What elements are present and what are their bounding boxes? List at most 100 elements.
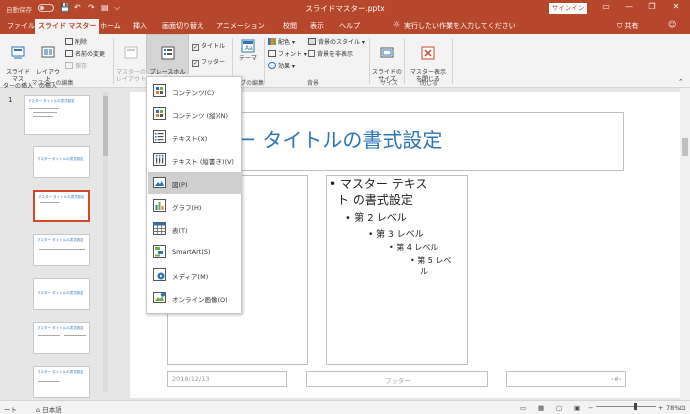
title-checkbox[interactable]: ✓ タイトル: [192, 42, 225, 51]
zoom-in-button[interactable]: +: [658, 404, 663, 412]
layout-thumbnail[interactable]: マスター タイトルの書式設定: [33, 146, 90, 178]
slide-title-text: ー タイトルの書式設定: [236, 128, 443, 152]
footer-center-text: フッター: [385, 377, 411, 385]
zoom-level[interactable]: 78%: [666, 404, 680, 412]
rename-icon: [65, 50, 73, 57]
signin-button[interactable]: サインイン: [549, 3, 587, 14]
comment-icon[interactable]: ☺: [668, 20, 676, 29]
slide-scrollbar-thumb[interactable]: [682, 138, 688, 156]
bg-styles-button[interactable]: 背景のスタイル ▾: [308, 38, 365, 47]
theme-label: テーマ: [238, 55, 257, 62]
zoom-slider-handle[interactable]: [634, 403, 637, 410]
tab-home[interactable]: ホーム: [97, 19, 124, 34]
body-level3: • 第 3 レベル: [368, 230, 424, 240]
master-thumbnail[interactable]: マスター タイトルの書式設定: [24, 95, 90, 135]
thumb-line: [40, 202, 60, 203]
reading-view-icon[interactable]: ▢: [556, 404, 562, 412]
tab-view[interactable]: 表示: [307, 19, 327, 34]
group-separator: [404, 38, 405, 84]
insert-placeholder-button[interactable]: プレースホルダー の挿入: [146, 34, 189, 90]
tab-transitions[interactable]: 画面切り替え: [159, 19, 207, 34]
thumb-title: マスター タイトルの書式設定: [37, 238, 84, 242]
menu-item-chart[interactable]: グラフ(H): [148, 195, 242, 217]
tab-insert[interactable]: 挿入: [130, 19, 150, 34]
colors-button[interactable]: 配色 ▾: [268, 38, 295, 47]
picture-icon: [153, 177, 166, 188]
slideshow-icon[interactable]: ▣: [574, 404, 580, 412]
menu-item-label: テキスト (縦書き)(V): [172, 158, 234, 166]
effects-button[interactable]: 効果 ▾: [268, 62, 295, 71]
normal-view-icon[interactable]: ▭: [520, 404, 526, 412]
rename-button[interactable]: 名前の変更: [65, 50, 105, 59]
thumb-line: [33, 116, 53, 117]
footer-placeholder[interactable]: フッター: [306, 371, 488, 387]
tab-slide-master[interactable]: スライド マスター: [35, 19, 100, 34]
close-master-view-button[interactable]: マスター表示 を閉じる: [407, 39, 449, 83]
thumb-title: マスター タイトルの書式設定: [37, 326, 84, 330]
ribbon-display-icon[interactable]: ▭: [598, 2, 614, 11]
zoom-out-button[interactable]: −: [588, 404, 593, 412]
title-check-label: タイトル: [201, 43, 226, 50]
view-mode-label: ート: [4, 406, 17, 414]
thumbnail-scrollbar[interactable]: [103, 92, 108, 392]
sorter-view-icon[interactable]: ▦: [538, 404, 544, 412]
rename-label: 名前の変更: [75, 51, 106, 58]
master-layout-label: マスターの レイアウト: [116, 69, 147, 83]
menu-item-online-picture[interactable]: オンライン画像(O): [148, 287, 242, 309]
layout-thumbnail-selected[interactable]: マスター タイトルの書式設定: [33, 190, 90, 222]
media-icon: [153, 268, 166, 281]
menu-item-content-vertical[interactable]: コンテンツ (縦)(N): [148, 103, 242, 125]
tell-me-input[interactable]: 実行したい作業を入力してください: [404, 21, 516, 31]
footer-check-icon: ✓: [192, 60, 199, 67]
thumb-title: マスター タイトルの書式設定: [37, 370, 84, 374]
master-layout-button[interactable]: マスターの レイアウト: [116, 39, 146, 83]
group-separator: [452, 38, 453, 84]
preserve-button[interactable]: 保存: [65, 62, 87, 71]
menu-item-content[interactable]: コンテンツ(C): [148, 80, 242, 102]
delete-label: 削除: [75, 39, 88, 46]
close-icon[interactable]: ✕: [668, 2, 684, 11]
menu-item-text[interactable]: テキスト(X): [148, 126, 242, 148]
tab-animations[interactable]: アニメーション: [213, 19, 268, 34]
slide-scrollbar[interactable]: [680, 88, 690, 400]
menu-item-media[interactable]: メディア(M): [148, 264, 242, 286]
menu-item-smartart[interactable]: SmartArt(S): [148, 241, 242, 263]
maximize-icon[interactable]: ❐: [644, 2, 660, 11]
insert-layout-icon: [41, 46, 55, 58]
theme-button[interactable]: Aa テーマ: [236, 39, 260, 62]
share-button[interactable]: ⛉ 共有: [617, 21, 638, 31]
effects-icon: [268, 62, 276, 69]
bg-styles-label: 背景のスタイル: [318, 39, 361, 46]
delete-button[interactable]: 削除: [65, 38, 87, 47]
fonts-button[interactable]: フォント ▾: [268, 50, 307, 59]
fit-to-window-icon[interactable]: ⊡: [680, 404, 685, 412]
share-label: 共有: [624, 22, 639, 30]
layout-thumbnail[interactable]: マスター タイトルの書式設定: [33, 322, 90, 354]
zoom-slider-track[interactable]: [596, 406, 656, 407]
menu-item-picture[interactable]: 図(P): [148, 172, 242, 194]
fonts-icon: [268, 50, 276, 57]
tab-help[interactable]: ヘルプ: [336, 19, 363, 34]
menu-item-label: 図(P): [172, 181, 188, 189]
hide-bg-checkbox[interactable]: 背景を非表示: [308, 50, 353, 59]
date-placeholder[interactable]: 2018/12/13: [167, 371, 287, 387]
menu-item-text-vertical[interactable]: テキスト (縦書き)(V): [148, 149, 242, 171]
footer-checkbox[interactable]: ✓ フッター: [192, 58, 225, 67]
language-indicator[interactable]: ⌂ 日本語: [36, 404, 62, 414]
menu-item-label: グラフ(H): [172, 204, 202, 212]
tab-file[interactable]: ファイル: [4, 19, 38, 34]
menu-item-label: メディア(M): [172, 273, 209, 281]
slide-number-placeholder[interactable]: ‹#›: [506, 371, 626, 387]
layout-thumbnail[interactable]: マスター タイトルの書式設定: [33, 366, 90, 398]
menu-item-table[interactable]: 表(T): [148, 218, 242, 240]
menu-item-label: テキスト(X): [172, 135, 208, 143]
content-vertical-icon: [153, 107, 166, 120]
scrollbar-thumb[interactable]: [103, 96, 108, 156]
master-layout-icon: [124, 46, 138, 59]
slide-size-button[interactable]: スライドの サイズ: [372, 39, 402, 83]
minimize-icon[interactable]: —: [621, 2, 637, 11]
tab-review[interactable]: 校閲: [280, 19, 300, 34]
collapse-ribbon-icon[interactable]: ⌃: [678, 78, 684, 86]
layout-thumbnail[interactable]: マスター タイトルの書式設定: [33, 278, 90, 310]
layout-thumbnail[interactable]: マスター タイトルの書式設定: [33, 234, 90, 266]
